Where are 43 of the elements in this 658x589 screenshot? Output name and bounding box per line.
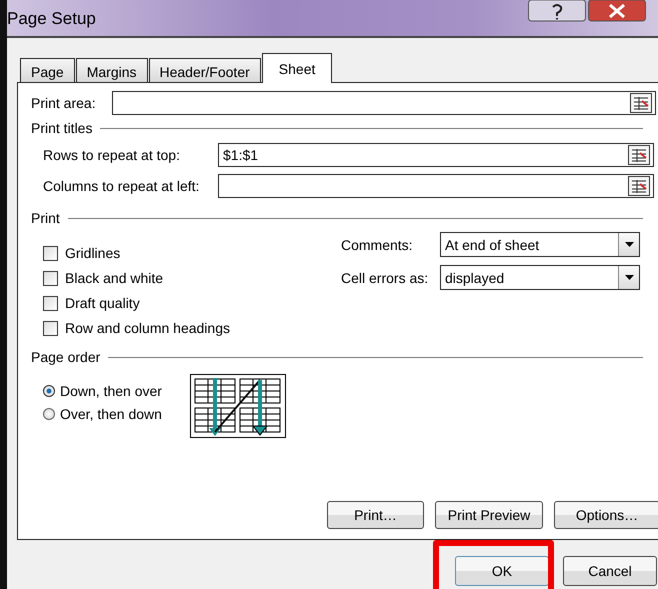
checkbox[interactable]	[43, 270, 58, 286]
checkbox[interactable]	[43, 246, 58, 260]
tab[interactable]: Header/Footer	[148, 58, 261, 82]
dialog-button[interactable]: Print Preview	[435, 501, 543, 529]
section-heading: Page order	[31, 349, 100, 365]
radio-button[interactable]	[43, 385, 55, 397]
dialog-button[interactable]: OK	[455, 556, 549, 586]
section-heading: Print	[31, 210, 60, 226]
field-label: Rows to repeat at top:	[42, 147, 181, 163]
field-value: $1:$1	[222, 147, 258, 163]
input-field[interactable]	[218, 174, 654, 198]
window-title: Page Setup	[7, 8, 96, 29]
caret-icon	[624, 242, 634, 247]
input-field[interactable]	[112, 91, 656, 115]
checkbox-label: Draft quality	[65, 295, 140, 311]
field-label: Print area:	[31, 95, 96, 111]
checkbox-label: Black and white	[65, 270, 164, 286]
dialog-button[interactable]: Print…	[327, 501, 424, 529]
checkbox-label: Gridlines	[65, 245, 120, 261]
section-heading: Print titles	[31, 120, 92, 136]
help-icon[interactable]	[528, 0, 586, 22]
range-select-icon[interactable]	[628, 176, 650, 196]
tab[interactable]: Page	[20, 58, 75, 82]
radio-label: Down, then over	[60, 383, 162, 399]
caret-icon	[624, 275, 634, 280]
checkbox-label: Row and column headings	[65, 320, 230, 336]
dialog-button[interactable]: Cancel	[563, 556, 657, 586]
input-field[interactable]: $1:$1	[218, 143, 654, 167]
tab[interactable]: Margins	[76, 58, 148, 82]
radio-button[interactable]	[43, 408, 55, 420]
close-icon[interactable]	[588, 0, 646, 22]
dropdown-label: Cell errors as:	[341, 270, 430, 286]
radio-label: Over, then down	[60, 406, 162, 422]
tab[interactable]: Sheet	[262, 53, 332, 83]
checkbox[interactable]	[43, 320, 58, 336]
dropdown[interactable]: displayed	[440, 265, 640, 290]
range-select-icon[interactable]	[628, 145, 650, 165]
dropdown-label: Comments:	[341, 236, 414, 252]
dialog-button[interactable]: Options…	[554, 501, 658, 529]
range-select-icon[interactable]	[630, 93, 652, 113]
dropdown[interactable]: At end of sheet	[440, 232, 640, 257]
checkbox[interactable]	[43, 296, 58, 310]
field-label: Columns to repeat at left:	[42, 178, 200, 194]
